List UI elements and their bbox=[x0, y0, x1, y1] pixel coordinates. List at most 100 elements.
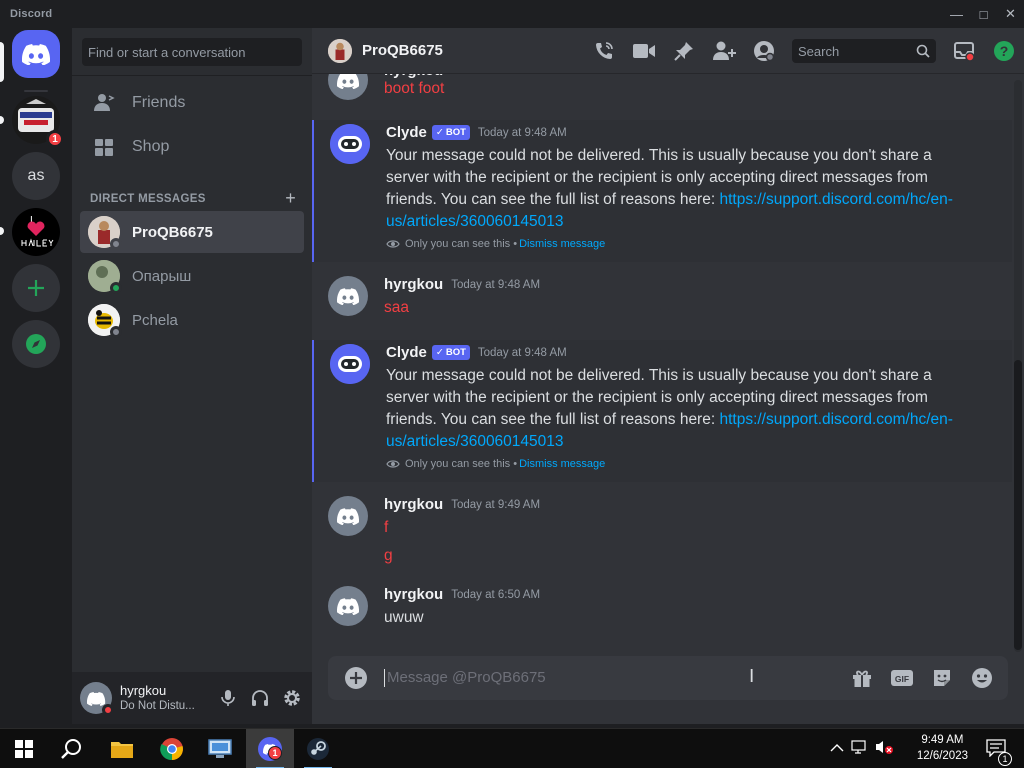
clock-date: 12/6/2023 bbox=[916, 750, 968, 762]
server-rail: 1 as I bbox=[0, 28, 72, 724]
video-call-icon[interactable] bbox=[624, 28, 664, 74]
search-input[interactable]: Search bbox=[792, 39, 936, 63]
dismiss-message-link[interactable]: Dismiss message bbox=[519, 238, 605, 250]
message-list: hyrgkou boot foot Clyde ✓BOT Today at 9:… bbox=[312, 74, 1012, 654]
explore-servers-button[interactable] bbox=[12, 320, 60, 368]
inbox-icon[interactable] bbox=[944, 28, 984, 74]
file-explorer-button[interactable] bbox=[98, 729, 146, 768]
steam-button[interactable] bbox=[294, 729, 342, 768]
clyde-message: Clyde ✓ BOT Today at 9:48 AM Your message… bbox=[312, 120, 1012, 262]
clyde-message: Clyde ✓ BOT Today at 9:48 AM Your message… bbox=[312, 340, 1012, 482]
system-clock[interactable]: 9:49 AM 12/6/2023 bbox=[917, 732, 968, 764]
close-button[interactable]: ✕ bbox=[997, 0, 1024, 28]
network-icon[interactable] bbox=[850, 739, 868, 760]
divider bbox=[72, 75, 312, 76]
voice-call-icon[interactable] bbox=[584, 28, 624, 74]
user-status: Do Not Distu... bbox=[120, 700, 195, 712]
dm-name: ProQB6675 bbox=[132, 223, 213, 241]
discord-taskbar-button[interactable]: 1 bbox=[246, 729, 294, 768]
avatar bbox=[88, 260, 122, 294]
rail-separator bbox=[24, 90, 48, 92]
dm-item-proqb6675[interactable]: ProQB6675 bbox=[80, 211, 304, 253]
gift-icon[interactable] bbox=[842, 667, 882, 689]
author-avatar[interactable] bbox=[328, 276, 368, 316]
direct-messages-home-button[interactable] bbox=[12, 30, 60, 78]
dm-item-oparysh[interactable]: Опарыш bbox=[80, 255, 304, 297]
composer-tools: GIF bbox=[842, 656, 1002, 700]
nav-shop[interactable]: Shop bbox=[80, 126, 304, 168]
window-controls: — □ ✕ bbox=[943, 0, 1024, 28]
settings-gear-icon[interactable] bbox=[276, 682, 308, 714]
recipient-avatar[interactable] bbox=[328, 38, 352, 63]
author-name[interactable]: hyrgkou bbox=[384, 586, 443, 603]
message-scrollbar[interactable] bbox=[1014, 80, 1022, 652]
message-header: hyrgkou Today at 9:48 AM bbox=[384, 276, 540, 293]
add-friends-to-dm-icon[interactable] bbox=[704, 28, 744, 74]
folder-icon bbox=[111, 742, 133, 758]
remote-desktop-button[interactable] bbox=[196, 729, 244, 768]
sticker-icon[interactable] bbox=[922, 667, 962, 689]
author-name[interactable]: Clyde bbox=[386, 124, 427, 141]
start-button[interactable] bbox=[0, 729, 48, 768]
user-info[interactable]: hyrgkou Do Not Distu... bbox=[120, 683, 195, 713]
nav-friends[interactable]: Friends bbox=[80, 82, 304, 124]
author-name[interactable]: hyrgkou bbox=[384, 496, 443, 513]
help-icon[interactable]: ? bbox=[984, 28, 1024, 74]
server-badge: 1 bbox=[46, 130, 64, 148]
author-avatar[interactable] bbox=[328, 586, 368, 626]
message-input[interactable]: Message @ProQB6675 bbox=[384, 669, 546, 687]
nav-friends-label: Friends bbox=[132, 94, 186, 111]
svg-text:GIF: GIF bbox=[895, 674, 909, 684]
bot-badge-label: BOT bbox=[445, 127, 466, 138]
author-name[interactable]: hyrgkou bbox=[384, 276, 443, 293]
message-header: hyrgkou Today at 6:50 AM bbox=[384, 586, 540, 603]
author-name[interactable]: Clyde bbox=[386, 344, 427, 361]
author-avatar[interactable] bbox=[328, 496, 368, 536]
chrome-button[interactable] bbox=[148, 729, 196, 768]
clyde-avatar[interactable] bbox=[330, 124, 370, 164]
create-dm-plus-icon[interactable]: + bbox=[285, 188, 296, 209]
discord-logo-icon bbox=[22, 43, 50, 65]
eye-icon bbox=[386, 240, 400, 248]
shop-icon bbox=[92, 135, 116, 159]
dm-item-pchela[interactable]: Pchela bbox=[80, 299, 304, 341]
headphones-icon[interactable] bbox=[244, 682, 276, 714]
user-panel: hyrgkou Do Not Distu... bbox=[72, 672, 312, 724]
timestamp: Today at 9:48 AM bbox=[477, 126, 567, 139]
checkmark-icon: ✓ bbox=[435, 347, 444, 358]
dismiss-message-link[interactable]: Dismiss message bbox=[519, 458, 605, 470]
discord-logo-icon bbox=[337, 74, 359, 89]
microphone-icon[interactable] bbox=[212, 682, 244, 714]
server-as[interactable]: as bbox=[12, 152, 60, 200]
discord-logo-icon bbox=[337, 597, 359, 615]
user-avatar[interactable] bbox=[80, 682, 114, 716]
message-text: g bbox=[384, 547, 393, 564]
user-controls bbox=[212, 682, 308, 714]
message: hyrgkou Today at 9:49 AM f g bbox=[312, 490, 1012, 566]
pinned-messages-icon[interactable] bbox=[664, 28, 704, 74]
gif-icon[interactable]: GIF bbox=[882, 668, 922, 688]
search-taskbar-button[interactable] bbox=[48, 729, 96, 768]
user-profile-icon[interactable] bbox=[744, 28, 784, 74]
author-avatar[interactable] bbox=[328, 74, 368, 100]
compass-icon bbox=[26, 334, 46, 354]
volume-muted-icon[interactable] bbox=[874, 739, 894, 760]
message-header: hyrgkou Today at 9:49 AM bbox=[384, 496, 540, 513]
dm-name: Опарыш bbox=[132, 267, 192, 285]
maximize-button[interactable]: □ bbox=[970, 0, 997, 28]
server-college-haven[interactable]: 1 bbox=[12, 96, 64, 148]
server-i-love-hailey[interactable]: I bbox=[12, 208, 60, 256]
find-conversation-input[interactable]: Find or start a conversation bbox=[82, 38, 302, 66]
scrollbar-thumb[interactable] bbox=[1014, 360, 1022, 650]
emoji-icon[interactable] bbox=[962, 667, 1002, 689]
chevron-up-icon[interactable] bbox=[830, 740, 844, 758]
nav-shop-label: Shop bbox=[132, 138, 170, 155]
attach-plus-icon[interactable] bbox=[344, 666, 368, 695]
minimize-button[interactable]: — bbox=[943, 0, 970, 28]
clyde-avatar[interactable] bbox=[330, 344, 370, 384]
add-server-button[interactable] bbox=[12, 264, 60, 312]
clyde-bot-icon bbox=[330, 124, 370, 164]
notification-count: 1 bbox=[998, 752, 1012, 766]
action-center-button[interactable]: 1 bbox=[986, 739, 1012, 766]
selected-indicator bbox=[0, 42, 4, 82]
